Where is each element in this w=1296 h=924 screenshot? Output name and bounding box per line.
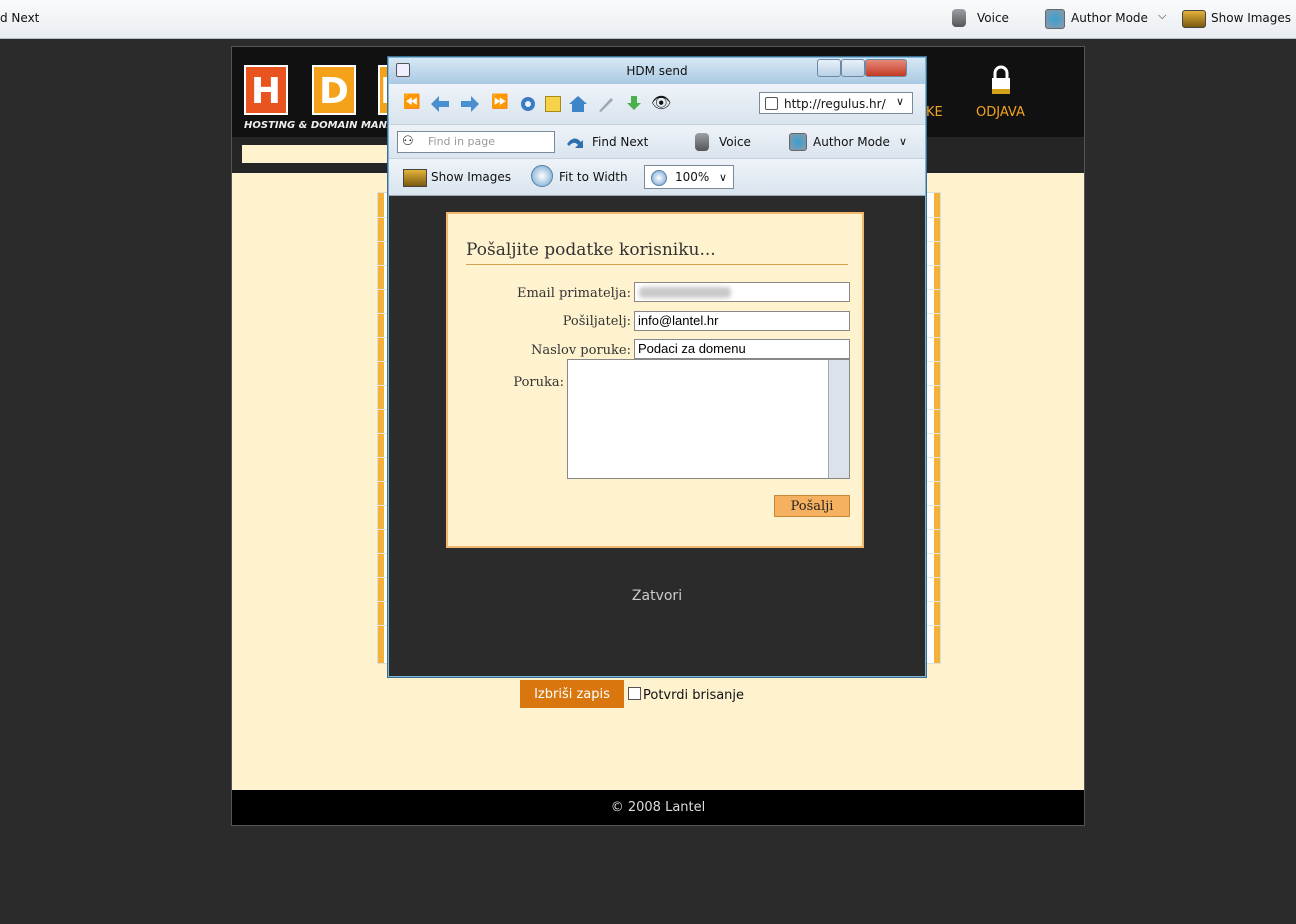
logout-link[interactable]: ODJAVA (976, 105, 1025, 120)
close-window-button[interactable] (865, 59, 907, 77)
reload-icon[interactable] (519, 96, 537, 112)
sender-label: Pošiljatelj: (562, 314, 631, 329)
author-mode-icon (1045, 9, 1065, 29)
binoculars-icon: ⚇ (402, 134, 414, 149)
outer-toolbar: d Next Voice Author Mode ⌵ Show Images (0, 0, 1296, 39)
popup-window: HDM send ⏪ ⏩ 👁 http://regulus.hr/ ∨ Find… (388, 57, 926, 677)
lock-icon (992, 65, 1010, 94)
fit-to-width-icon (531, 165, 553, 187)
delete-record-button[interactable]: Izbriši zapis (520, 680, 624, 708)
confirm-delete-label: Potvrdi brisanje (643, 688, 745, 703)
message-textarea[interactable] (567, 359, 850, 479)
send-form: Pošaljite podatke korisniku... Email pri… (446, 212, 864, 548)
fast-forward-icon[interactable]: ⏩ (491, 94, 508, 110)
subject-field[interactable]: Podaci za domenu (634, 339, 850, 359)
message-scrollbar[interactable] (828, 360, 849, 478)
back-icon[interactable] (431, 96, 449, 112)
bookmark-icon[interactable] (545, 96, 561, 112)
page-icon (765, 97, 778, 110)
image-icon (1182, 10, 1206, 28)
menu-item-partial[interactable]: KE (926, 105, 943, 120)
form-heading: Pošaljite podatke korisniku... (466, 240, 716, 260)
message-label: Poruka: (513, 375, 564, 390)
popup-titlebar[interactable]: HDM send (389, 58, 925, 84)
logo-letter-h: H (244, 65, 288, 115)
find-next-button[interactable]: d Next (0, 11, 39, 25)
chevron-down-icon[interactable]: ∨ (899, 135, 907, 148)
microphone-icon (695, 133, 709, 151)
confirm-delete-checkbox[interactable] (628, 687, 641, 700)
subject-label: Naslov poruke: (531, 343, 631, 358)
confirm-delete[interactable]: Potvrdi brisanje (628, 687, 744, 703)
site-footer: © 2008 Lantel (232, 790, 1084, 825)
find-next-icon (567, 138, 583, 148)
header-input-bar (242, 145, 397, 163)
rewind-icon[interactable]: ⏪ (403, 94, 420, 110)
form-divider (466, 264, 848, 265)
table-edge-left (378, 193, 384, 663)
author-mode-button[interactable]: Author Mode (813, 135, 890, 149)
fit-to-width-button[interactable]: Fit to Width (559, 170, 628, 184)
recipient-email-field[interactable] (634, 282, 850, 302)
maximize-button[interactable] (841, 59, 865, 77)
sender-field[interactable]: info@lantel.hr (634, 311, 850, 331)
home-icon[interactable] (569, 96, 587, 112)
email-label: Email primatelja: (516, 286, 631, 301)
show-images-button[interactable]: Show Images (431, 170, 511, 184)
edit-icon[interactable] (597, 96, 615, 112)
author-mode-button[interactable]: Author Mode (1071, 11, 1148, 25)
find-toolbar: Find in page ⚇ Find Next Voice Author Mo… (389, 124, 925, 159)
address-bar[interactable]: http://regulus.hr/ (759, 92, 913, 114)
logo-letter-d: D (312, 65, 356, 115)
forward-icon[interactable] (461, 96, 479, 112)
author-mode-icon (789, 133, 807, 151)
send-button[interactable]: Pošalji (774, 495, 850, 517)
chevron-down-icon[interactable]: ⌵ (1158, 9, 1166, 23)
zoom-icon (651, 170, 667, 186)
close-popup-link[interactable]: Zatvori (389, 588, 925, 604)
table-edge-right (934, 193, 940, 663)
nav-toolbar: ⏪ ⏩ 👁 http://regulus.hr/ ∨ (389, 84, 925, 124)
find-next-button[interactable]: Find Next (592, 135, 648, 149)
find-in-page-input[interactable]: Find in page (397, 131, 555, 153)
chevron-down-icon[interactable]: ∨ (719, 171, 727, 184)
microphone-icon (952, 9, 966, 27)
download-icon[interactable] (625, 96, 643, 112)
image-icon (403, 169, 427, 187)
view-toolbar: Show Images Fit to Width 100% ∨ (389, 158, 925, 196)
voice-button[interactable]: Voice (719, 135, 751, 149)
binoculars-icon[interactable]: 👁 (651, 93, 671, 112)
chevron-down-icon[interactable]: ∨ (896, 95, 904, 108)
voice-button[interactable]: Voice (977, 11, 1009, 25)
show-images-button[interactable]: Show Images (1211, 11, 1291, 25)
logo-subtitle: HOSTING & DOMAIN MANA (244, 120, 395, 131)
minimize-button[interactable] (817, 59, 841, 77)
redacted-email (639, 287, 731, 298)
